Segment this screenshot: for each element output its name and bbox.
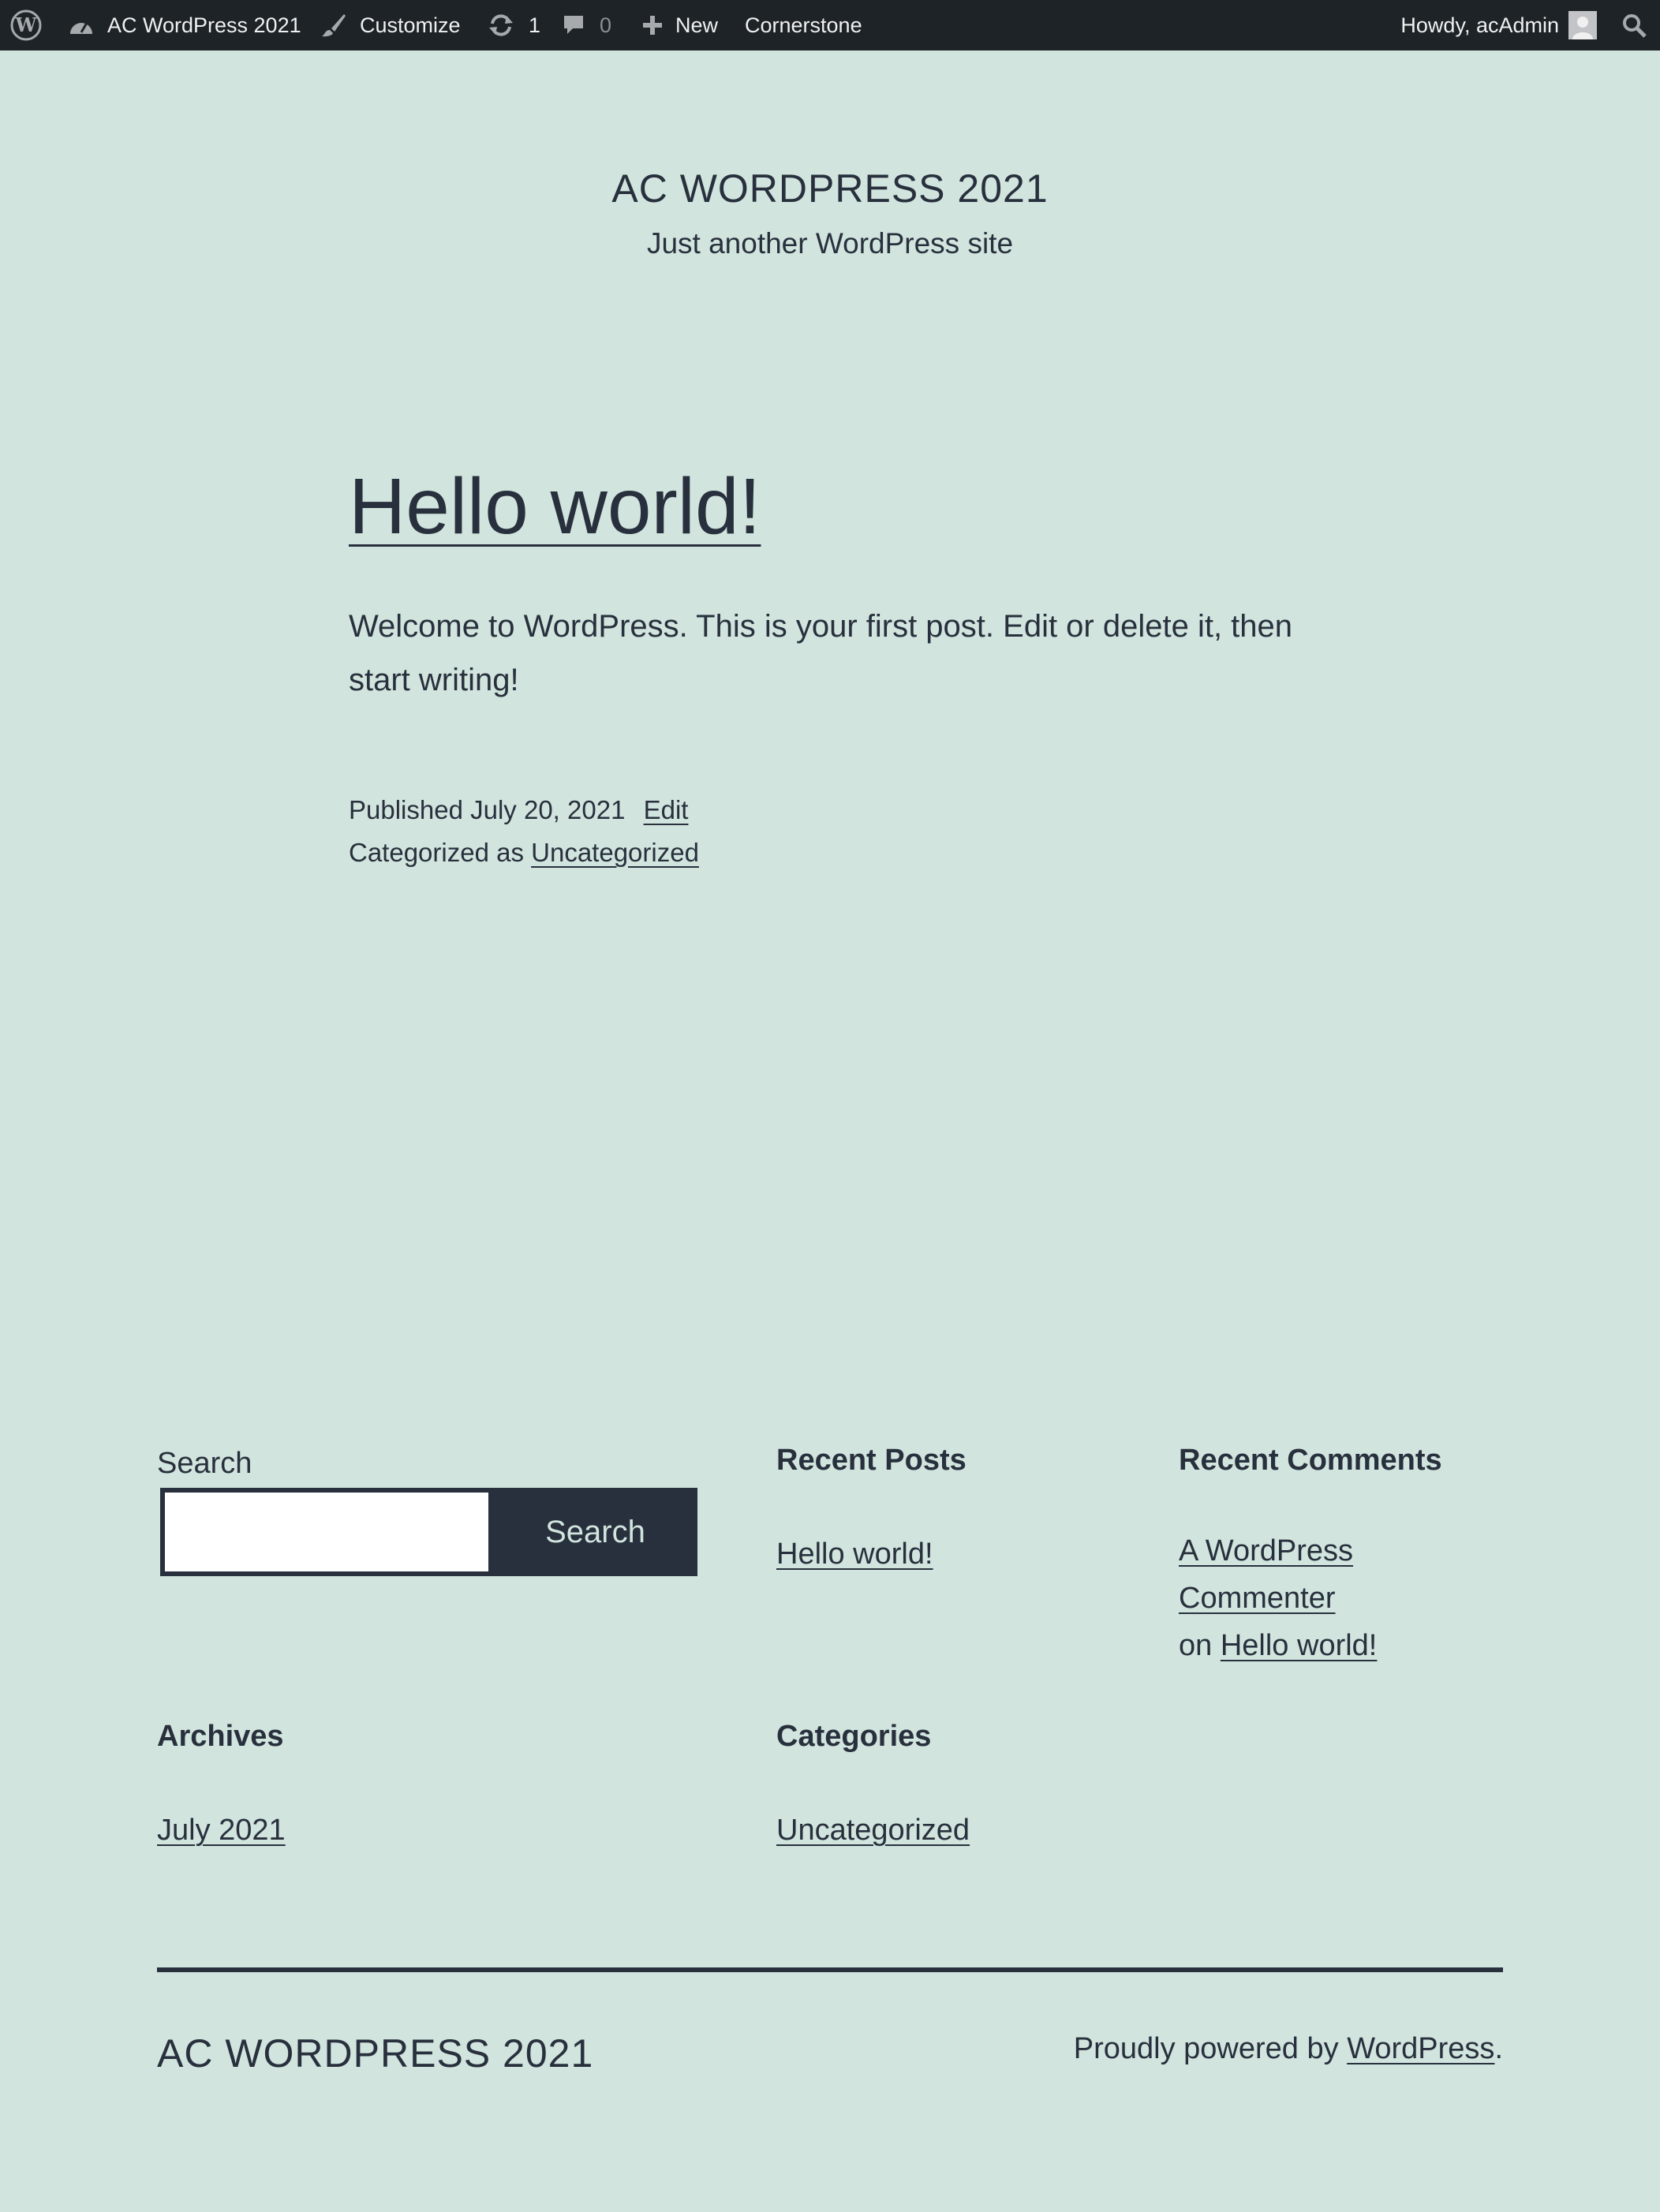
post-category-row: Categorized as Uncategorized bbox=[349, 831, 699, 874]
new-content-menu[interactable]: New bbox=[641, 0, 718, 50]
customize-label: Customize bbox=[360, 13, 461, 37]
search-widget-label: Search bbox=[157, 1447, 252, 1480]
recent-comment-item: A WordPress Commenter on Hello world! bbox=[1179, 1527, 1510, 1669]
svg-text:W: W bbox=[15, 13, 38, 36]
site-name-menu[interactable]: AC WordPress 2021 bbox=[68, 0, 301, 50]
category-widget-link[interactable]: Uncategorized bbox=[776, 1814, 970, 1847]
wordpress-link[interactable]: WordPress bbox=[1347, 2032, 1494, 2065]
post-title: Hello world! bbox=[349, 459, 761, 554]
site-title[interactable]: AC WORDPRESS 2021 bbox=[0, 166, 1660, 211]
edit-post-link[interactable]: Edit bbox=[644, 795, 689, 824]
site-name-label: AC WordPress 2021 bbox=[107, 13, 301, 37]
footer-site-title[interactable]: AC WORDPRESS 2021 bbox=[157, 2031, 593, 2076]
category-link[interactable]: Uncategorized bbox=[531, 838, 699, 867]
categories-title: Categories bbox=[776, 1720, 932, 1753]
dashboard-icon bbox=[68, 13, 95, 37]
customize-link[interactable]: Customize bbox=[320, 0, 461, 50]
cornerstone-label: Cornerstone bbox=[745, 13, 862, 37]
archives-title: Archives bbox=[157, 1720, 284, 1753]
comments-count: 0 bbox=[600, 13, 612, 37]
post-content: Welcome to WordPress. This is your first… bbox=[349, 609, 1293, 697]
powered-by-suffix: . bbox=[1494, 2032, 1503, 2065]
powered-by: Proudly powered by WordPress. bbox=[1074, 2032, 1503, 2066]
post-title-link[interactable]: Hello world! bbox=[349, 462, 761, 551]
new-label: New bbox=[675, 13, 719, 37]
post-meta: Published July 20, 2021 Edit Categorized… bbox=[349, 789, 699, 874]
archive-item: July 2021 bbox=[157, 1807, 286, 1854]
archive-link[interactable]: July 2021 bbox=[157, 1814, 286, 1847]
admin-bar: W AC WordPress 2021 Customize 1 0 New Co… bbox=[0, 0, 1660, 50]
comment-author-link[interactable]: A WordPress Commenter bbox=[1179, 1534, 1353, 1615]
updates-count: 1 bbox=[529, 13, 541, 37]
site-description: Just another WordPress site bbox=[646, 227, 1014, 260]
powered-by-prefix: Proudly powered by bbox=[1073, 2032, 1339, 2065]
howdy-label: Howdy, acAdmin bbox=[1400, 13, 1559, 37]
my-account-menu[interactable]: Howdy, acAdmin bbox=[1400, 0, 1597, 50]
wordpress-logo-icon[interactable]: W bbox=[9, 0, 43, 50]
comment-on-label: on bbox=[1179, 1629, 1213, 1662]
comments-link[interactable]: 0 bbox=[562, 0, 611, 50]
plus-icon bbox=[641, 13, 664, 37]
post-published-row: Published July 20, 2021 Edit bbox=[349, 789, 699, 831]
search-button[interactable]: Search bbox=[493, 1488, 697, 1576]
updates-icon bbox=[488, 13, 514, 37]
cornerstone-link[interactable]: Cornerstone bbox=[745, 0, 862, 50]
recent-posts-title: Recent Posts bbox=[776, 1444, 966, 1477]
recent-post-link[interactable]: Hello world! bbox=[776, 1538, 933, 1571]
comment-bubble-icon bbox=[562, 13, 585, 37]
search-icon[interactable] bbox=[1621, 0, 1647, 50]
published-date: Published July 20, 2021 bbox=[349, 795, 626, 824]
recent-post-item: Hello world! bbox=[776, 1530, 933, 1578]
avatar bbox=[1568, 11, 1597, 39]
search-input[interactable] bbox=[160, 1488, 493, 1576]
recent-comments-title: Recent Comments bbox=[1179, 1444, 1442, 1477]
comment-post-link[interactable]: Hello world! bbox=[1221, 1629, 1378, 1662]
footer-divider bbox=[157, 1967, 1503, 1972]
brush-icon bbox=[320, 13, 347, 38]
category-item: Uncategorized bbox=[776, 1807, 970, 1854]
categorized-label: Categorized as bbox=[349, 838, 524, 867]
updates-link[interactable]: 1 bbox=[488, 0, 540, 50]
